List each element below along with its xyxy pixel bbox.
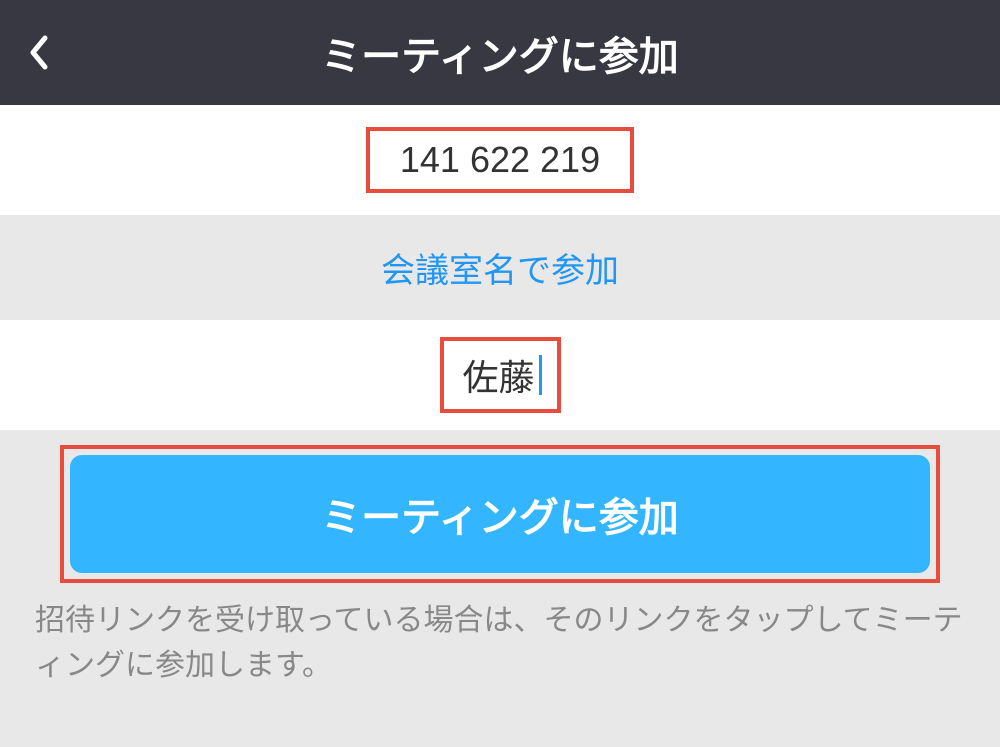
name-input[interactable]: 佐藤 [459,349,539,401]
back-icon[interactable] [30,35,50,70]
join-by-name-section: 会議室名で参加 [0,215,1000,320]
meeting-id-highlight: 141 622 219 [366,127,634,193]
button-section: ミーティングに参加 [0,430,1000,583]
meeting-id-input[interactable]: 141 622 219 [400,139,600,180]
join-meeting-button[interactable]: ミーティングに参加 [70,455,930,573]
join-button-highlight: ミーティングに参加 [60,445,940,583]
text-cursor [539,355,542,395]
name-row[interactable]: 佐藤 [0,320,1000,430]
page-title: ミーティングに参加 [0,24,1000,82]
meeting-id-row[interactable]: 141 622 219 [0,105,1000,215]
help-text: 招待リンクを受け取っている場合は、そのリンクをタップしてミーティングに参加します… [0,583,1000,703]
header-bar: ミーティングに参加 [0,0,1000,105]
name-highlight: 佐藤 [440,337,561,413]
join-by-name-link[interactable]: 会議室名で参加 [381,243,619,292]
